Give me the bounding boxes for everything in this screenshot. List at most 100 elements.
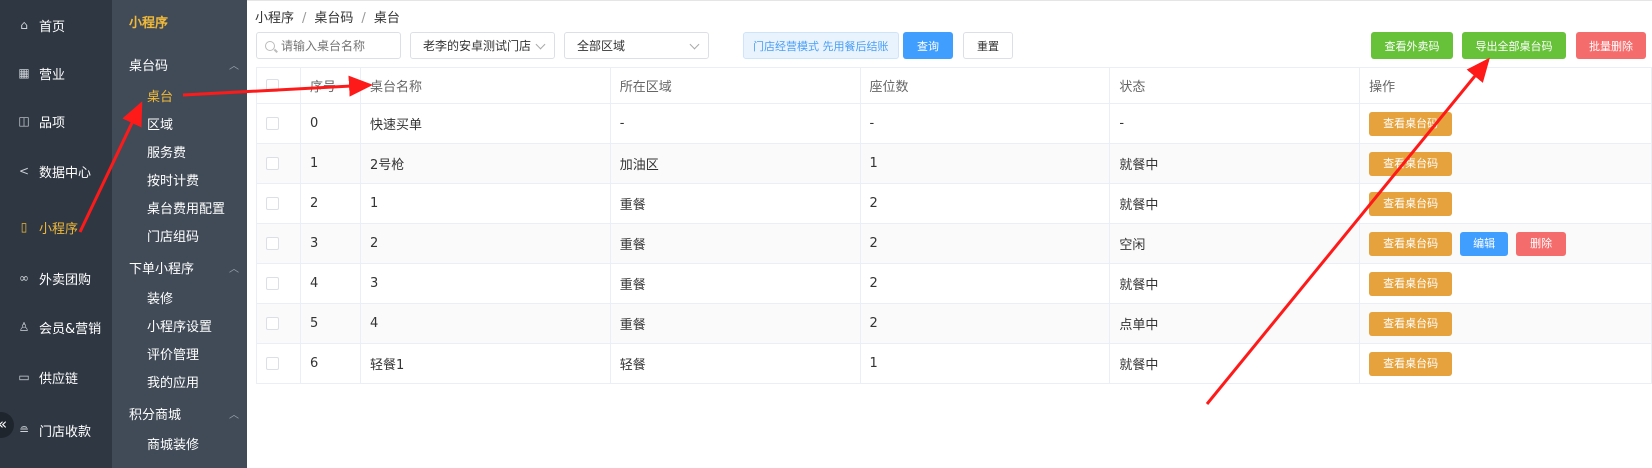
table-row: 5 4 重餐 2 点单中 查看桌台码 bbox=[256, 303, 1652, 344]
sidebar-item-tables[interactable]: 桌台 bbox=[147, 86, 173, 105]
row-checkbox[interactable] bbox=[266, 237, 279, 250]
calendar-icon: ▦ bbox=[18, 66, 30, 80]
table-row: 1 2号枪 加油区 1 就餐中 查看桌台码 bbox=[256, 143, 1652, 184]
view-table-code-button[interactable]: 查看桌台码 bbox=[1369, 191, 1453, 216]
view-table-code-button[interactable]: 查看桌台码 bbox=[1369, 351, 1453, 376]
view-table-code-button[interactable]: 查看桌台码 bbox=[1369, 111, 1453, 136]
cell-no: 4 bbox=[299, 263, 361, 304]
nav-item-members[interactable]: ♙ 会员&营销 bbox=[0, 307, 112, 347]
nav-item-label: 会员&营销 bbox=[39, 321, 102, 337]
nav-item-mini-program[interactable]: ▯ 小程序 bbox=[0, 207, 112, 247]
batch-delete-button[interactable]: 批量删除 bbox=[1576, 32, 1646, 59]
chevron-up-icon: ︿ bbox=[229, 61, 239, 72]
search-icon bbox=[265, 40, 275, 51]
row-checkbox[interactable] bbox=[266, 317, 279, 330]
chevron-up-icon: ︿ bbox=[229, 410, 239, 421]
nav-item-business[interactable]: ▦ 营业 bbox=[0, 53, 112, 93]
sidebar-item-table-fee-config[interactable]: 桌台费用配置 bbox=[147, 198, 225, 217]
cell-status: 点单中 bbox=[1109, 303, 1361, 344]
sidebar-item-decoration[interactable]: 装修 bbox=[147, 288, 173, 307]
nav-item-label: 数据中心 bbox=[39, 165, 92, 181]
table-header-row: 序号 桌台名称 所在区域 座位数 状态 操作 bbox=[256, 67, 1652, 104]
row-checkbox[interactable] bbox=[266, 277, 279, 290]
cell-status: 就餐中 bbox=[1109, 343, 1361, 384]
row-checkbox[interactable] bbox=[266, 157, 279, 170]
store-select[interactable]: 老李的安卓测试门店 bbox=[410, 32, 555, 59]
edit-button[interactable]: 编辑 bbox=[1460, 231, 1509, 256]
select-all-checkbox[interactable] bbox=[266, 79, 279, 92]
view-table-code-button[interactable]: 查看桌台码 bbox=[1369, 231, 1453, 256]
share-icon: < bbox=[18, 164, 30, 178]
sidebar-item-review-management[interactable]: 评价管理 bbox=[147, 344, 199, 363]
chevron-down-icon bbox=[689, 39, 700, 50]
cell-name: 轻餐1 bbox=[359, 343, 611, 384]
cell-seats: 1 bbox=[859, 143, 1111, 184]
cell-no: 3 bbox=[299, 223, 361, 264]
header-select-all[interactable] bbox=[256, 67, 301, 104]
table-row: 2 1 重餐 2 就餐中 查看桌台码 bbox=[256, 183, 1652, 224]
row-checkbox[interactable] bbox=[266, 197, 279, 210]
breadcrumb-item[interactable]: 小程序 bbox=[255, 11, 294, 26]
nav-group-label: 积分商城 bbox=[129, 408, 182, 423]
view-table-code-button[interactable]: 查看桌台码 bbox=[1369, 271, 1453, 296]
cell-area: 轻餐 bbox=[609, 343, 861, 384]
area-select[interactable]: 全部区域 bbox=[564, 32, 709, 59]
nav-item-products[interactable]: ◫ 品项 bbox=[0, 101, 112, 141]
column-header: 序号 bbox=[299, 67, 361, 104]
nav-item-delivery[interactable]: ∞ 外卖团购 bbox=[0, 258, 112, 298]
cell-seats: 2 bbox=[859, 263, 1111, 304]
cell-status: 空闲 bbox=[1109, 223, 1361, 264]
nav-item-data-center[interactable]: < 数据中心 bbox=[0, 151, 112, 191]
row-checkbox[interactable] bbox=[266, 117, 279, 130]
cell-area: 加油区 bbox=[609, 143, 861, 184]
nav-item-store-payment[interactable]: ≘ 门店收款 bbox=[0, 410, 112, 450]
column-header: 状态 bbox=[1109, 67, 1361, 104]
cell-status: 就餐中 bbox=[1109, 183, 1361, 224]
sidebar-item-my-apps[interactable]: 我的应用 bbox=[147, 372, 199, 391]
sidebar-item-timed-billing[interactable]: 按时计费 bbox=[147, 170, 199, 189]
sidebar-item-areas[interactable]: 区域 bbox=[147, 114, 173, 133]
table-row: 0 快速买单 - - - 查看桌台码 bbox=[256, 103, 1652, 144]
search-input[interactable] bbox=[281, 38, 391, 53]
view-table-code-button[interactable]: 查看桌台码 bbox=[1369, 151, 1453, 176]
view-table-code-button[interactable]: 查看桌台码 bbox=[1369, 311, 1453, 336]
cell-no: 6 bbox=[299, 343, 361, 384]
database-icon: ≘ bbox=[18, 423, 30, 437]
table-name-search[interactable] bbox=[256, 32, 401, 59]
breadcrumb-item[interactable]: 桌台码 bbox=[314, 11, 353, 26]
cell-name: 2 bbox=[359, 223, 611, 264]
cell-seats: - bbox=[859, 103, 1111, 144]
nav-item-label: 首页 bbox=[39, 19, 66, 35]
chevron-up-icon: ︿ bbox=[229, 264, 239, 275]
nav-item-home[interactable]: ⌂ 首页 bbox=[0, 5, 112, 45]
view-takeout-code-button[interactable]: 查看外卖码 bbox=[1371, 32, 1453, 59]
nav-group-points-mall[interactable]: 积分商城 ︿ bbox=[129, 404, 239, 423]
nav-item-supply-chain[interactable]: ▭ 供应链 bbox=[0, 357, 112, 397]
table-row: 4 3 重餐 2 就餐中 查看桌台码 bbox=[256, 263, 1652, 304]
reset-button[interactable]: 重置 bbox=[963, 32, 1013, 59]
nav-item-label: 营业 bbox=[39, 67, 66, 83]
sidebar-item-mini-program-settings[interactable]: 小程序设置 bbox=[147, 316, 212, 335]
nav-group-table-code[interactable]: 桌台码 ︿ bbox=[129, 55, 239, 74]
nav-group-label: 下单小程序 bbox=[129, 262, 195, 277]
truck-icon: ▭ bbox=[18, 370, 30, 384]
breadcrumb-item: 桌台 bbox=[373, 11, 400, 26]
export-all-table-codes-button[interactable]: 导出全部桌台码 bbox=[1462, 32, 1566, 59]
cell-area: - bbox=[609, 103, 861, 144]
cell-no: 5 bbox=[299, 303, 361, 344]
delete-button[interactable]: 删除 bbox=[1516, 231, 1567, 256]
nav-item-label: 供应链 bbox=[39, 371, 79, 387]
cell-name: 快速买单 bbox=[359, 103, 611, 144]
row-checkbox[interactable] bbox=[266, 357, 279, 370]
sidebar-item-store-group-code[interactable]: 门店组码 bbox=[147, 226, 199, 245]
chevron-down-icon bbox=[535, 39, 546, 50]
bag-icon: ◫ bbox=[18, 114, 30, 128]
cell-status: 就餐中 bbox=[1109, 263, 1361, 304]
nav-group-order-mini-program[interactable]: 下单小程序 ︿ bbox=[129, 258, 239, 277]
sidebar-item-mall-decoration[interactable]: 商城装修 bbox=[147, 434, 199, 453]
phone-icon: ▯ bbox=[20, 220, 28, 234]
sidebar-item-service-fee[interactable]: 服务费 bbox=[147, 142, 186, 161]
column-header: 所在区域 bbox=[609, 67, 861, 104]
query-button[interactable]: 查询 bbox=[903, 32, 953, 59]
cell-no: 1 bbox=[299, 143, 361, 184]
